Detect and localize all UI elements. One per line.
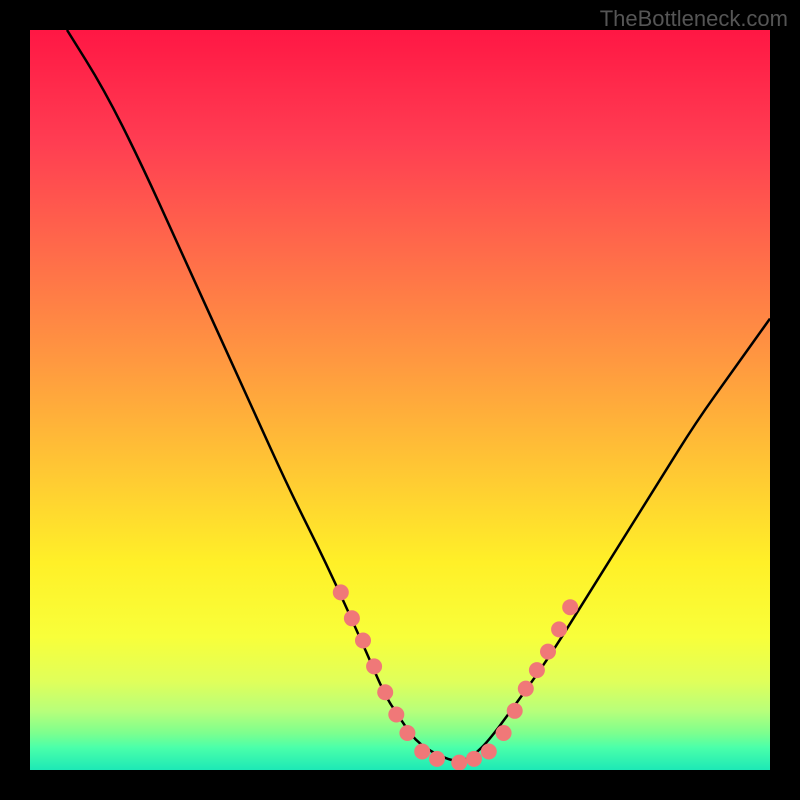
data-point <box>466 751 482 767</box>
data-point <box>333 584 349 600</box>
data-point <box>507 703 523 719</box>
data-point <box>551 621 567 637</box>
data-point <box>481 744 497 760</box>
data-points <box>30 30 770 770</box>
data-point <box>496 725 512 741</box>
chart-container <box>30 30 770 770</box>
data-point <box>366 658 382 674</box>
data-point <box>562 599 578 615</box>
data-point <box>518 681 534 697</box>
data-point <box>540 644 556 660</box>
data-point <box>388 707 404 723</box>
data-point <box>451 755 467 770</box>
watermark-text: TheBottleneck.com <box>600 6 788 32</box>
data-point <box>414 744 430 760</box>
data-point <box>377 684 393 700</box>
data-point <box>429 751 445 767</box>
data-point <box>355 633 371 649</box>
data-point <box>399 725 415 741</box>
data-point <box>529 662 545 678</box>
data-point <box>344 610 360 626</box>
